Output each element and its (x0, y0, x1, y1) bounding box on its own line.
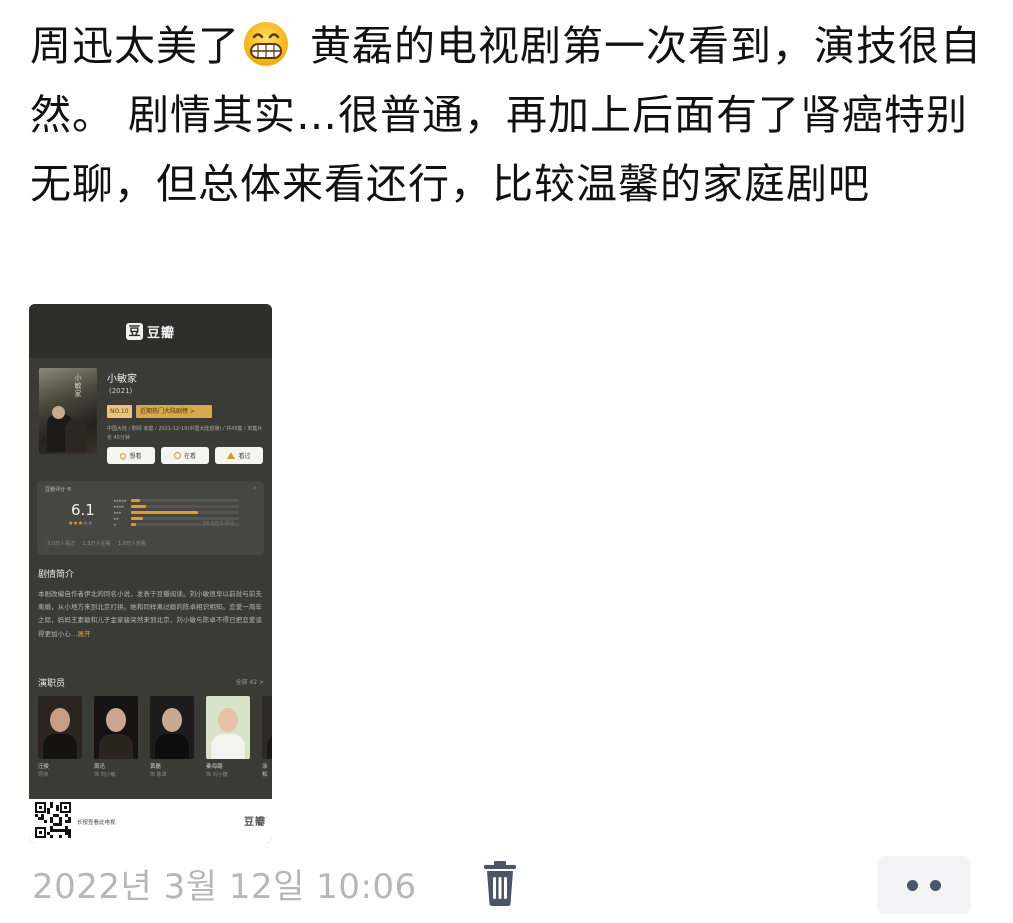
rating-bar-stars: ★ (113, 522, 116, 527)
cast-photo-body (99, 734, 133, 759)
grinning-face-icon (242, 20, 290, 68)
footer-text: 长按查看此电视 (77, 820, 116, 826)
synopsis-text: 本剧改编自作者伊北的同名小说，发表于豆瓣阅读。刘小敏很早以前就与前夫离婚，从小地… (38, 590, 263, 638)
rating-bar-stars: ★★★ (113, 510, 122, 515)
qr-module (47, 811, 50, 814)
rating-bar-fill (131, 511, 198, 514)
rating-bar-stars: ★★★★ (113, 504, 124, 509)
cast-all-link[interactable]: 全部 42 > (236, 677, 264, 686)
douban-logo-icon: 豆 (125, 322, 143, 340)
rating-bar-fill (131, 499, 140, 502)
cast-photo-body (211, 734, 245, 759)
rating-bar-track (131, 499, 239, 502)
cast-name: 涂松 (262, 764, 268, 778)
rank-badge: NO.10 (107, 405, 132, 418)
qr-finder (35, 827, 46, 838)
cast-photo-face (162, 708, 182, 732)
show-poster: 小敏家 (39, 368, 97, 454)
poster-title: 小敏家 (74, 374, 82, 398)
stars-empty: ★★ (82, 520, 93, 527)
cast-photo[interactable] (262, 696, 272, 759)
cast-photo[interactable] (38, 696, 82, 759)
cast-role: 饰 刘小捷 (206, 772, 228, 778)
star-icon (227, 452, 236, 459)
qr-finder-center (64, 806, 67, 809)
cast-name: 秦海璐 (206, 764, 223, 770)
cast-photo-body (155, 734, 189, 759)
watched-button[interactable]: 看过 (215, 447, 263, 464)
rating-label: 豆瓣评分 ® (45, 487, 72, 493)
qr-module (68, 835, 71, 838)
rating-bar-track (131, 505, 239, 508)
card-header: 豆 豆瓣 (29, 304, 272, 358)
qr-module (50, 805, 53, 808)
show-meta: 中国大陆 / 剧情 家庭 / 2021-12-10(中国大陆首播) / 共45集… (107, 426, 263, 441)
eye-icon (173, 452, 181, 459)
rating-total: 58.9万人评分 (203, 521, 235, 527)
qr-finder (60, 802, 71, 813)
cast-name: 汪俊 (38, 764, 50, 770)
cast-photo-face (50, 708, 70, 732)
rating-stars: ★★★★★ (68, 520, 93, 527)
qr-module (44, 820, 47, 823)
cast-role: 饰 陈卓 (150, 772, 167, 778)
footer-douban-logo: 豆瓣 (244, 817, 266, 828)
cast-name: 周迅 (94, 764, 106, 770)
cast-name: 黄磊 (150, 764, 162, 770)
rating-bar-stars: ★★ (113, 516, 119, 521)
watching-label: 在看 (183, 453, 196, 460)
show-title: 小敏家 (107, 374, 137, 385)
heart-icon (119, 451, 128, 460)
cast-photo-body (267, 734, 272, 759)
douban-logo-text: 豆瓣 (146, 325, 175, 341)
qr-module (59, 835, 62, 838)
qr-module (50, 835, 53, 838)
qr-finder-center (39, 806, 42, 809)
rating-counts: 3.0万人看过 1.3万人在看 1.8万人想看 (47, 541, 147, 547)
trash-icon[interactable] (482, 861, 518, 907)
post-text: 周迅太美了 黄磊的电视剧第一次看到，演技很自然。 剧情其实…很普通，再加上后面有… (30, 12, 990, 219)
card-footer: 长按查看此电视 豆瓣 (29, 799, 272, 843)
cast-role: 导演 (38, 772, 49, 778)
qr-module (68, 820, 71, 823)
cast-photo-face (106, 708, 126, 732)
qr-finder-center (39, 831, 42, 834)
synopsis: 本剧改编自作者伊北的同名小说，发表于豆瓣阅读。刘小敏很早以前就与前夫离婚，从小地… (38, 588, 266, 641)
synopsis-expand-link[interactable]: 展开 (78, 630, 91, 638)
stars-filled: ★★★ (68, 520, 83, 527)
cast-photo[interactable] (150, 696, 194, 759)
qr-finder (35, 802, 46, 813)
show-year: (2021) (109, 387, 133, 395)
cast-role: 饰 刘小敏 (94, 772, 116, 778)
watched-label: 看过 (238, 453, 251, 460)
synopsis-title: 剧情简介 (38, 570, 75, 580)
rating-bar-stars: ★★★★★ (113, 498, 127, 503)
cast-photo-face (218, 708, 238, 732)
douban-share-card[interactable]: 豆 豆瓣 小敏家 小敏家 (2021) NO.10 近期热门大陆剧榜 > 中国大… (29, 304, 272, 843)
qr-module (59, 823, 62, 826)
qr-code-icon[interactable] (35, 802, 71, 838)
rating-panel[interactable]: 豆瓣评分 ® › 6.1 ★★★★★ ★★★★★ ★★★★ ★★★ ★★ ★ 58.9万… (37, 481, 264, 555)
qr-module (56, 808, 59, 811)
rating-bar-fill (131, 523, 136, 526)
rank-link[interactable]: 近期热门大陆剧榜 > (136, 405, 212, 418)
cast-title: 演职员 (38, 679, 66, 689)
chevron-right-icon: › (253, 484, 256, 492)
post-text-part-1: 周迅太美了 (30, 22, 240, 70)
rating-score: 6.1 (71, 501, 95, 519)
want-to-watch-label: 想看 (129, 453, 142, 460)
more-dots-icon[interactable] (877, 856, 971, 914)
cast-photo-body (43, 734, 77, 759)
post-timestamp: 2022년 3월 12일 10:06 (32, 867, 417, 907)
cast-photo[interactable] (94, 696, 138, 759)
want-to-watch-button[interactable]: 想看 (107, 447, 155, 464)
rating-bar-fill (131, 517, 143, 520)
cast-photo[interactable] (206, 696, 250, 759)
watching-button[interactable]: 在看 (161, 447, 209, 464)
rating-bar-fill (131, 505, 146, 508)
